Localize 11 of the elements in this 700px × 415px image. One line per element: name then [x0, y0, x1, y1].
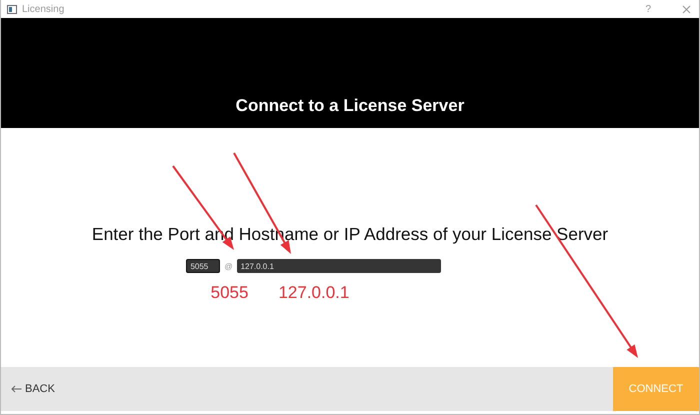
- back-button[interactable]: BACK: [1, 367, 613, 411]
- host-field[interactable]: 127.0.0.1: [236, 259, 441, 273]
- page-heading: Connect to a License Server: [236, 96, 464, 116]
- at-sign: @: [224, 262, 233, 270]
- port-field[interactable]: 5055: [186, 259, 220, 273]
- arrow-left-icon: [11, 385, 22, 393]
- annotation-text: 5055: [210, 283, 248, 303]
- app-icon: [7, 4, 17, 14]
- annotation-text: 127.0.0.1: [278, 283, 350, 303]
- window-title: Licensing: [22, 4, 66, 14]
- close-icon[interactable]: [682, 4, 691, 14]
